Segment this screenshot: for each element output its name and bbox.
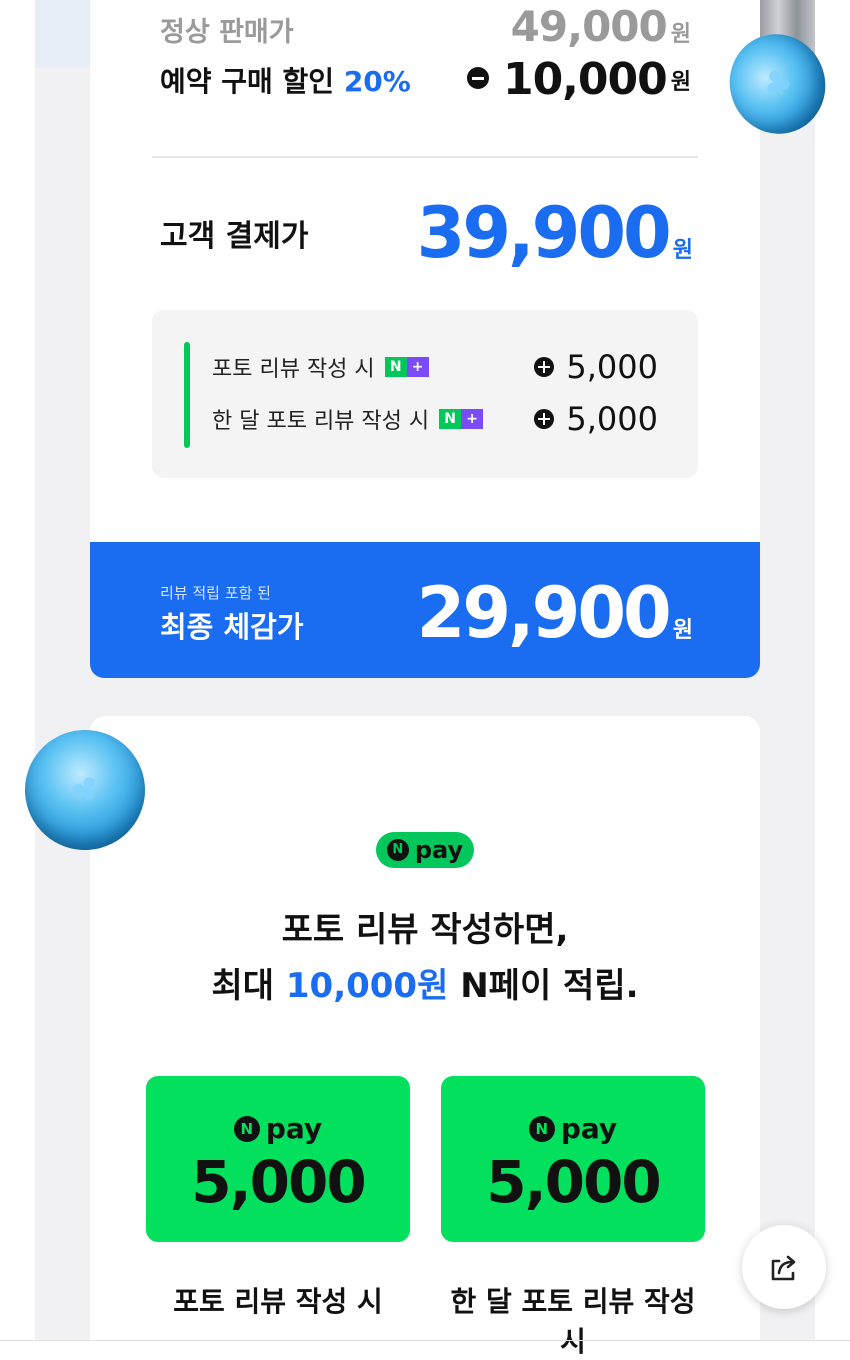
review-reward-amount: 5,000 (534, 400, 658, 438)
npay-coupon: Npay 5,000 (146, 1076, 410, 1242)
discount-percent: 20% (343, 64, 411, 98)
npay-coupon: Npay 5,000 (441, 1076, 705, 1242)
discount-label-text: 예약 구매 할인 (160, 64, 335, 98)
clover-icon: ♣ (61, 765, 109, 815)
review-reward-label: 포토 리뷰 작성 시 N + (212, 351, 429, 383)
won-unit: 원 (672, 238, 693, 263)
review-reward-row: 포토 리뷰 작성 시 N + 5,000 (212, 348, 658, 386)
won-unit: 원 (670, 22, 691, 47)
npay-logo: Npay (441, 1112, 705, 1145)
regular-price-row: 정상 판매가 49,000 원 (160, 2, 691, 51)
npay-logo: N pay (376, 832, 474, 868)
npay-reward-card: N pay 포토 리뷰 작성하면, 최대 10,000원 N페이 적립. Npa… (90, 716, 760, 1358)
npay-pay-text: pay (560, 1112, 618, 1145)
plus-circle-icon (534, 409, 555, 429)
review-reward-row: 한 달 포토 리뷰 작성 시 N + 5,000 (212, 400, 658, 438)
discount-amount: 10,000 원 (466, 54, 691, 105)
nplus-badge-icon: N + (439, 409, 484, 429)
clover-icon: ♣ (756, 59, 799, 109)
nplus-badge-n: N (384, 357, 407, 377)
discount-label: 예약 구매 할인 20% (160, 60, 411, 100)
green-accent-bar (184, 342, 190, 448)
headline-highlight: 10,000원 (285, 966, 449, 1006)
review-reward-label: 한 달 포토 리뷰 작성 시 N + (212, 403, 484, 435)
review-reward-box: 포토 리뷰 작성 시 N + 5,000 한 달 포토 리뷰 작성 시 N + 5,00… (152, 310, 698, 478)
review-amount-value: 5,000 (566, 400, 658, 438)
coupon-caption: 한 달 포토 리뷰 작성 시 (450, 1285, 696, 1358)
coupon-caption: 포토 리뷰 작성 시 (173, 1285, 383, 1318)
headline-prefix: 최대 (211, 966, 275, 1006)
share-button[interactable] (742, 1225, 826, 1309)
nplus-badge-plus: + (461, 409, 484, 429)
bottom-divider (0, 1340, 850, 1341)
plus-circle-icon (534, 357, 555, 377)
regular-price-value: 49,000 (510, 2, 668, 51)
final-price-value: 29,900 (416, 572, 672, 654)
final-price-label: 최종 체감가 (160, 610, 304, 644)
divider (152, 156, 698, 158)
customer-price-label: 고객 결제가 (160, 219, 309, 254)
share-icon (771, 1255, 796, 1281)
coupon-amount: 5,000 (191, 1148, 366, 1216)
npay-n-icon: N (528, 1115, 555, 1142)
won-unit: 원 (672, 618, 693, 643)
nplus-badge-n: N (439, 409, 462, 429)
banner-edge-left (35, 0, 90, 68)
final-price-sublabel: 리뷰 적립 포함 된 (160, 584, 271, 602)
npay-headline: 포토 리뷰 작성하면, 최대 10,000원 N페이 적립. (90, 902, 760, 1014)
customer-price-row: 고객 결제가 39,900 원 (160, 192, 693, 274)
npay-n-icon: N (386, 839, 409, 861)
customer-price-amount: 39,900 원 (416, 192, 693, 274)
review-label-text: 포토 리뷰 작성 시 (212, 357, 375, 382)
customer-price-value: 39,900 (416, 192, 672, 274)
review-reward-amount: 5,000 (534, 348, 658, 386)
regular-price-label: 정상 판매가 (160, 17, 294, 48)
headline-line-2: 최대 10,000원 N페이 적립. (90, 958, 760, 1014)
headline-line-1: 포토 리뷰 작성하면, (281, 910, 569, 950)
minus-circle-icon (466, 66, 489, 89)
nplus-badge-plus: + (406, 357, 429, 377)
discount-amount-value: 10,000 (502, 54, 668, 105)
final-price-bar: 리뷰 적립 포함 된 최종 체감가 29,900 원 (90, 542, 760, 678)
review-amount-value: 5,000 (566, 348, 658, 386)
npay-pay-text: pay (414, 836, 464, 864)
review-label-text: 한 달 포토 리뷰 작성 시 (212, 409, 430, 434)
coupon-amount: 5,000 (486, 1148, 661, 1216)
headline-suffix: N페이 적립. (460, 966, 639, 1006)
won-unit: 원 (670, 69, 691, 95)
nplus-badge-icon: N + (384, 357, 429, 377)
regular-price-amount: 49,000 원 (510, 2, 691, 51)
discount-row: 예약 구매 할인 20% 10,000 원 (160, 54, 691, 105)
final-price-amount: 29,900 원 (416, 572, 693, 654)
npay-logo: Npay (146, 1112, 410, 1145)
npay-pay-text: pay (265, 1112, 323, 1145)
npay-n-icon: N (233, 1115, 260, 1142)
